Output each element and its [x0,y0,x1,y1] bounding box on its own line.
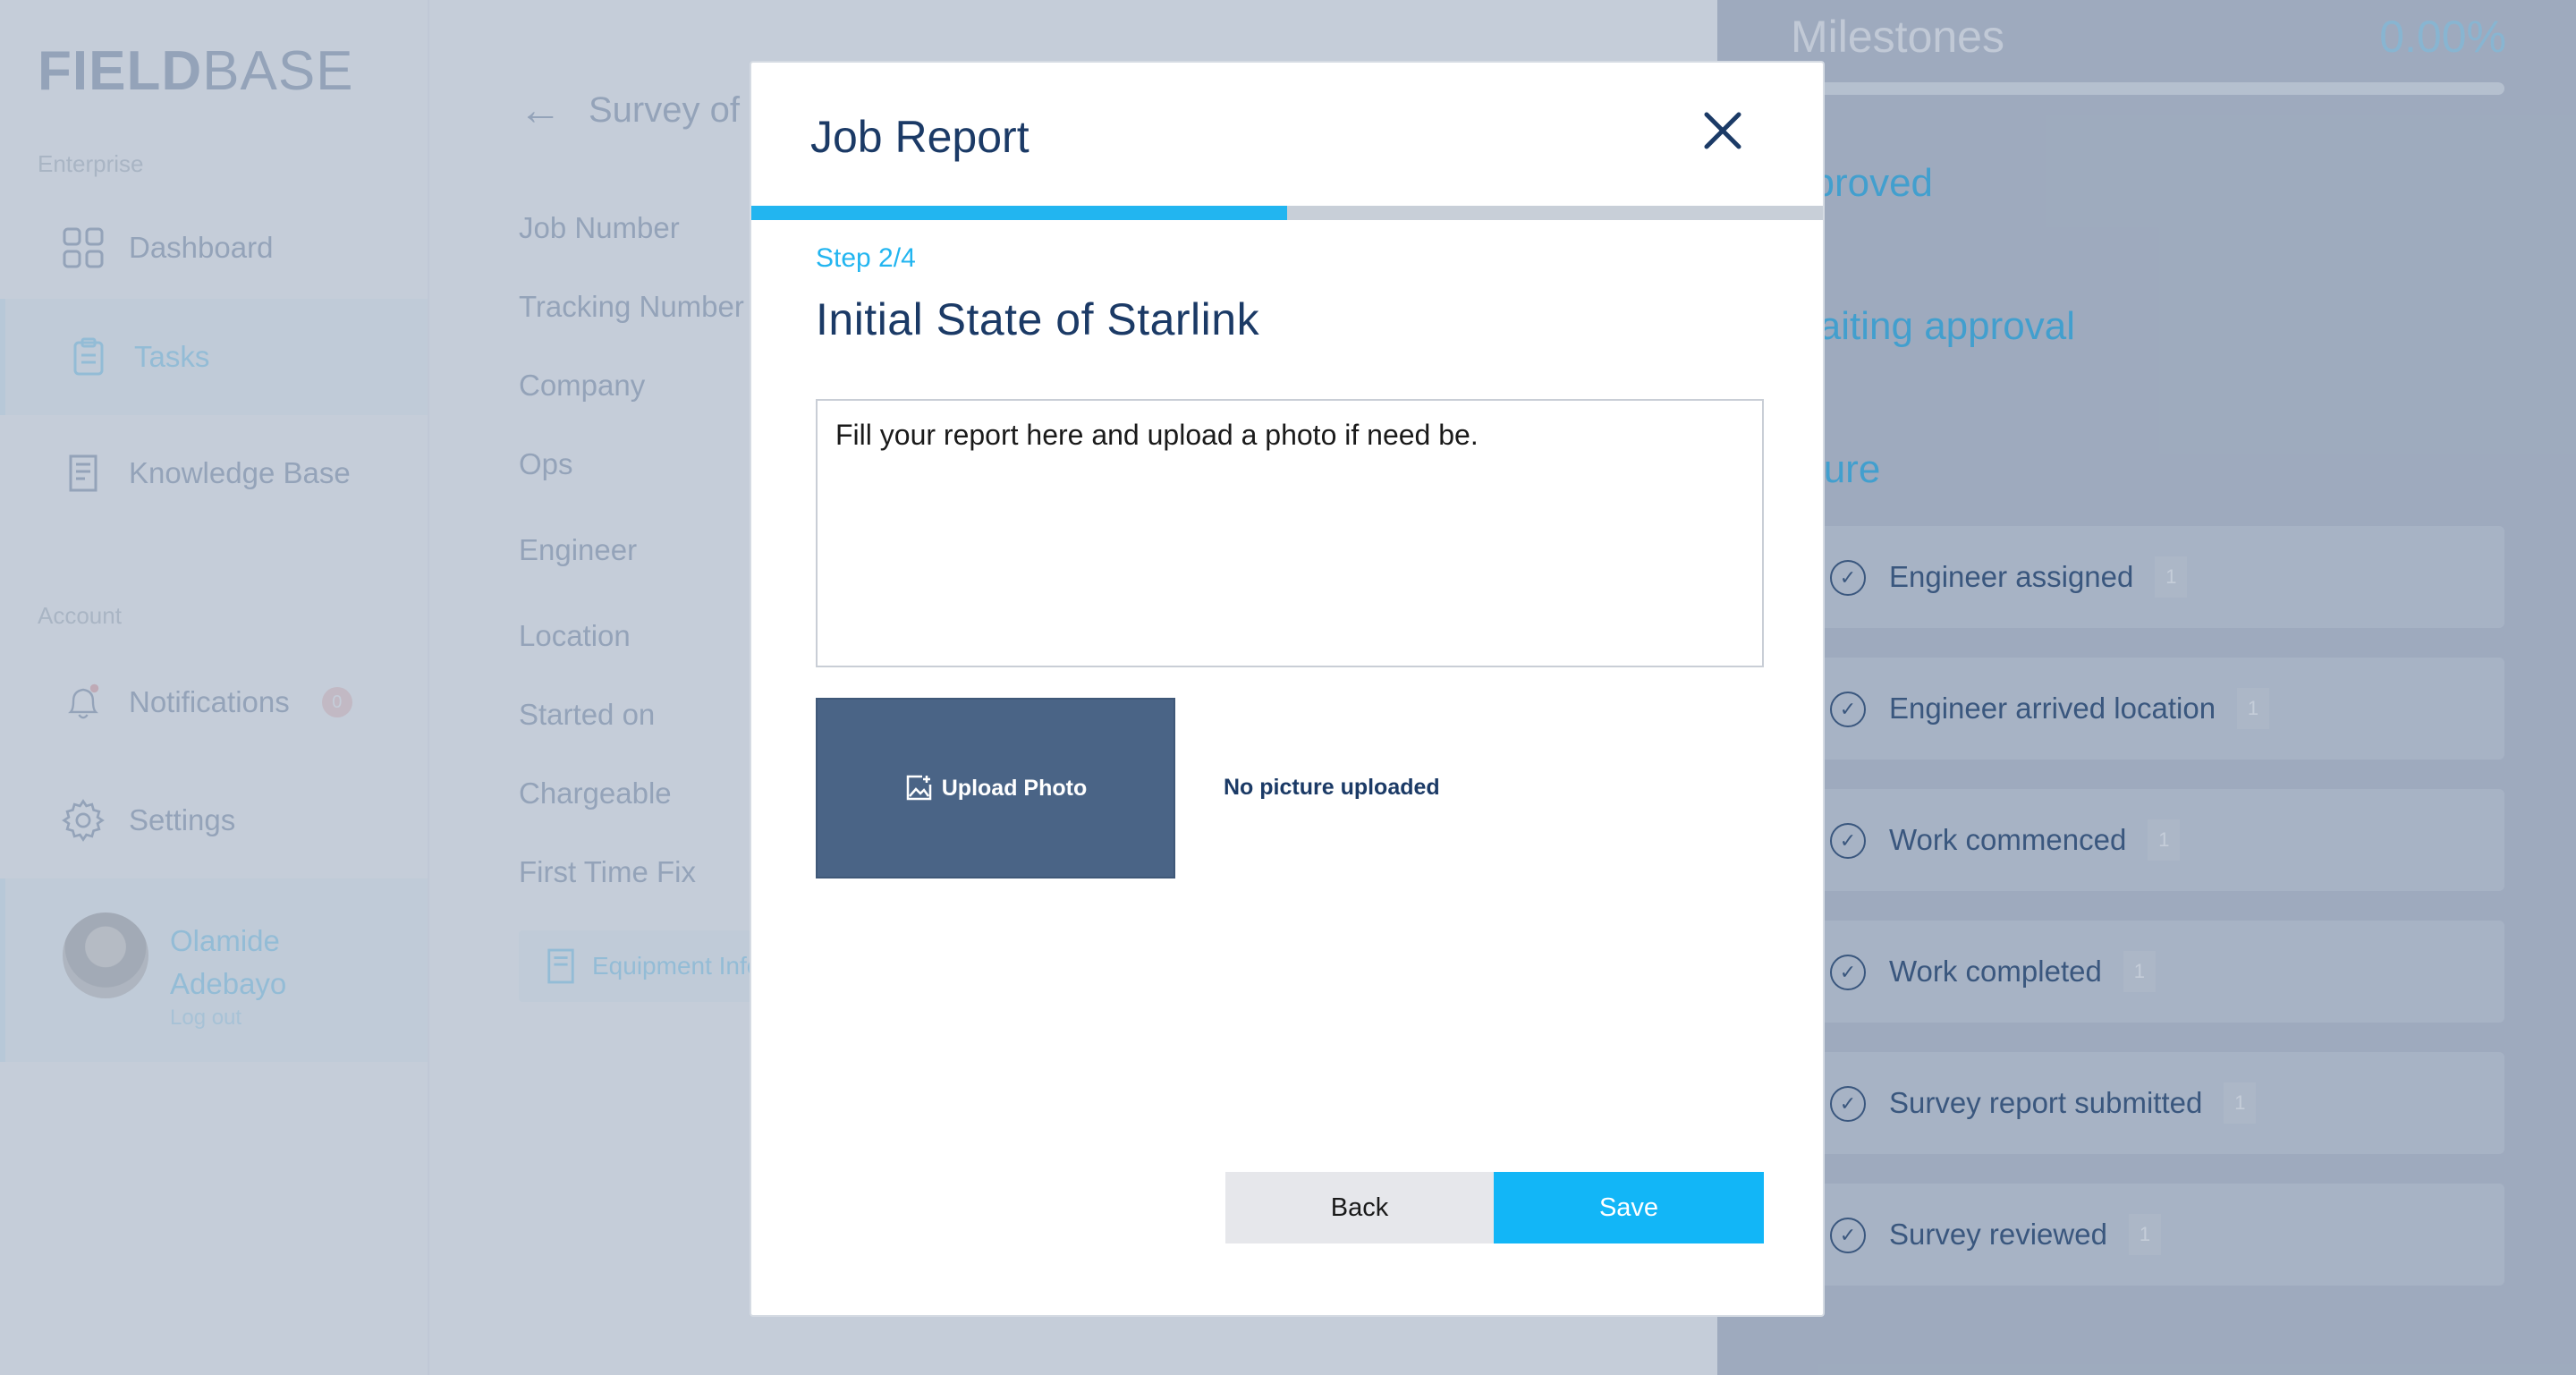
image-add-icon [904,774,933,802]
step-progress-bar [751,206,1823,220]
step-title: Initial State of Starlink [816,294,1260,344]
save-button[interactable]: Save [1494,1172,1764,1243]
modal-title: Job Report [810,112,1030,162]
close-button[interactable] [1694,102,1751,159]
back-button[interactable]: Back [1225,1172,1494,1243]
step-progress-fill [751,206,1287,220]
upload-status-text: No picture uploaded [1224,775,1440,800]
job-report-modal: Job Report Step 2/4 Initial State of Sta… [750,61,1825,1317]
upload-photo-label: Upload Photo [941,775,1088,801]
upload-photo-button[interactable]: Upload Photo [816,698,1175,878]
report-textarea[interactable]: Fill your report here and upload a photo… [816,399,1764,667]
step-indicator: Step 2/4 [816,243,916,273]
close-icon [1703,111,1742,150]
